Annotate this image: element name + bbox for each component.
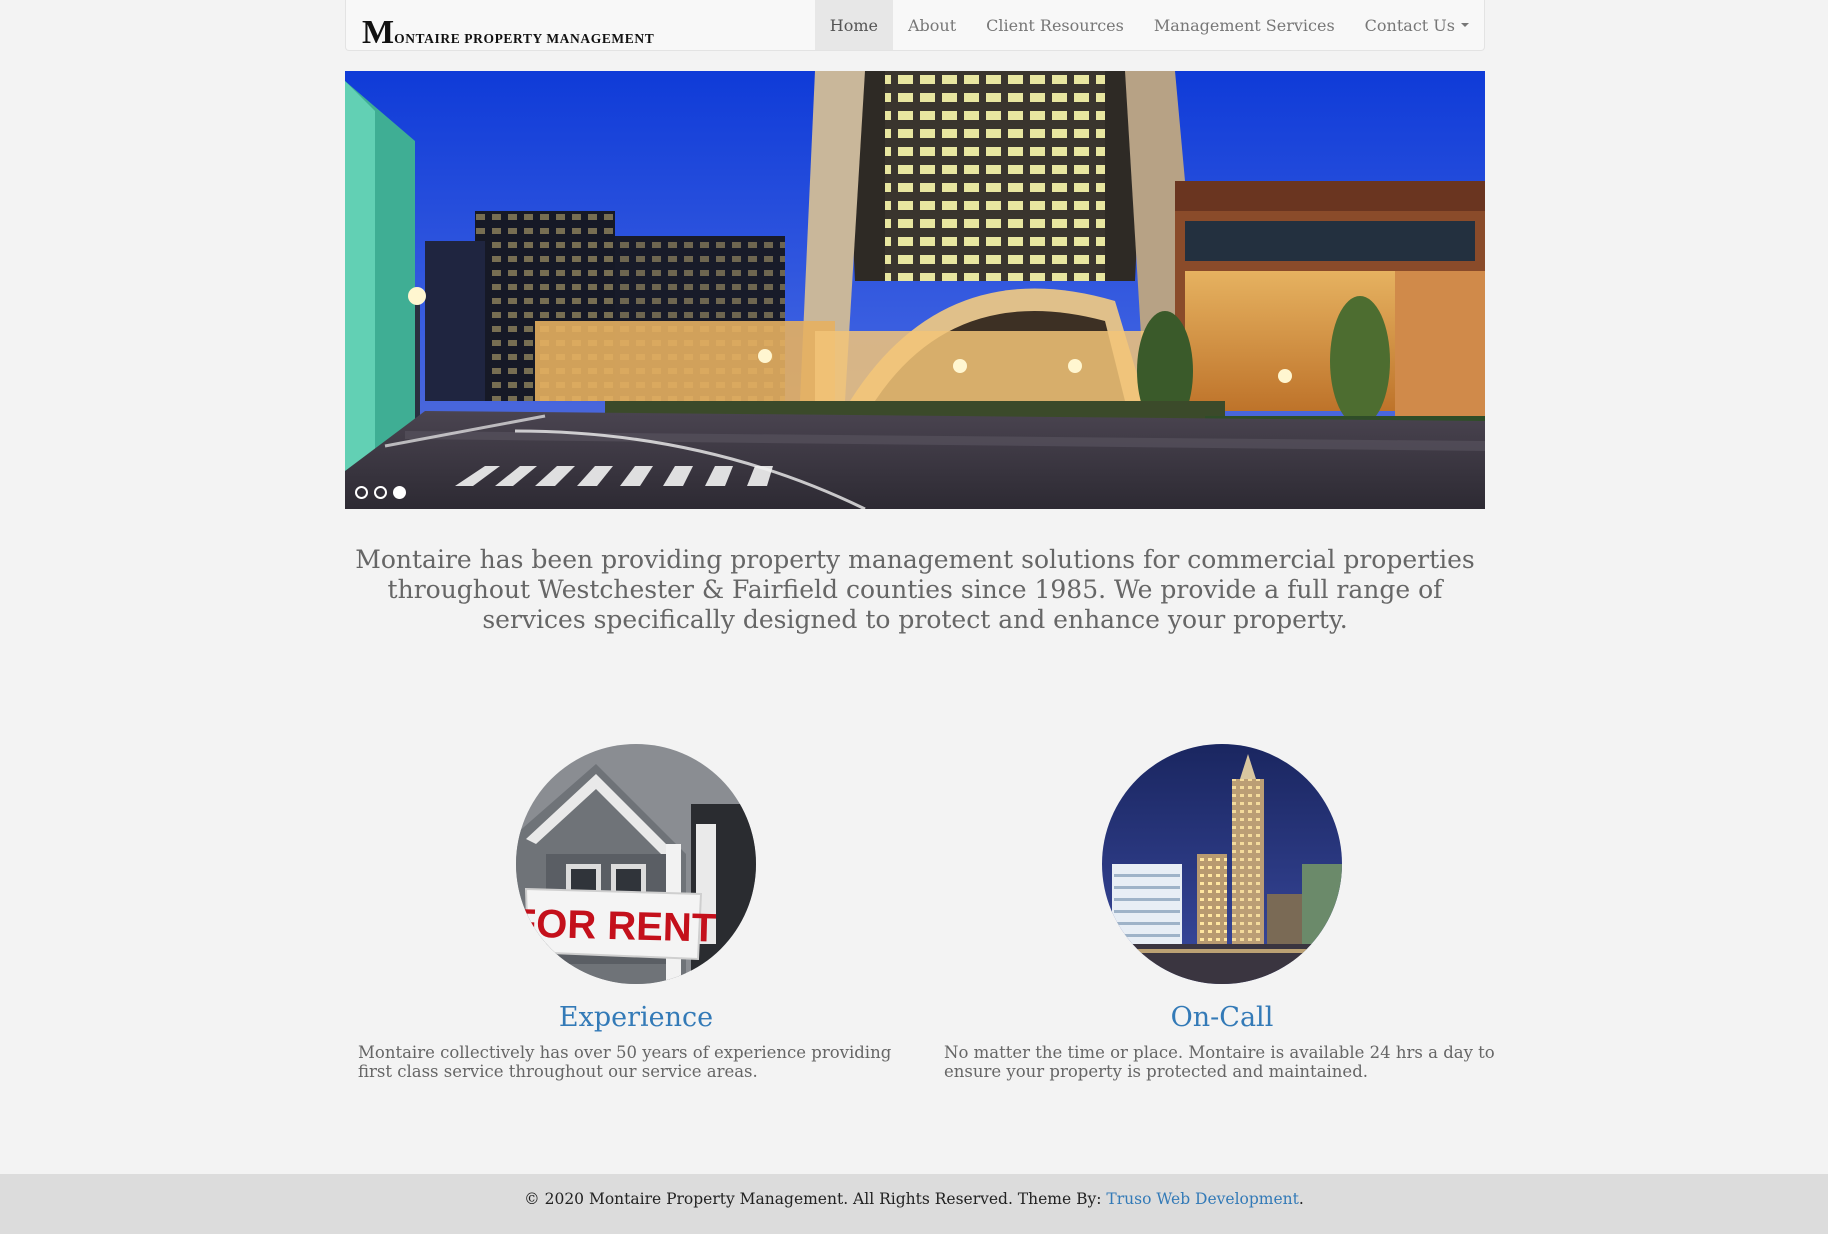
nav-item-management-services[interactable]: Management Services (1139, 0, 1350, 50)
carousel-indicator-3[interactable] (393, 486, 406, 499)
nav-about-label: About (907, 15, 957, 35)
navbar: MONTAIRE PROPERTY MANAGEMENT Home About … (345, 0, 1485, 51)
brand-logo[interactable]: MONTAIRE PROPERTY MANAGEMENT (362, 14, 654, 52)
footer-copyright: © 2020 Montaire Property Management. All… (524, 1190, 1107, 1208)
for-rent-house-image: FOR RENT (516, 744, 756, 984)
footer: © 2020 Montaire Property Management. All… (0, 1174, 1828, 1234)
on-call-text: No matter the time or place. Montaire is… (944, 1043, 1495, 1081)
carousel-indicators (355, 486, 406, 499)
main-nav: Home About Client Resources Management S… (814, 0, 1484, 50)
feature-experience: FOR RENT Experience Montaire collectivel… (358, 744, 914, 1081)
footer-developer-link[interactable]: Truso Web Development (1106, 1190, 1298, 1208)
carousel-indicator-1[interactable] (355, 486, 368, 499)
experience-title: Experience (558, 1002, 714, 1033)
experience-text: Montaire collectively has over 50 years … (358, 1043, 892, 1081)
city-skyline-illustration (1102, 744, 1342, 984)
carousel-indicator-2[interactable] (374, 486, 387, 499)
nav-item-about[interactable]: About (893, 0, 971, 50)
intro-text: Montaire has been providing property man… (355, 545, 1475, 634)
on-call-title: On-Call (1170, 1002, 1274, 1033)
caret-down-icon (1461, 23, 1469, 27)
nav-home-label: Home (829, 15, 878, 35)
brand-name: ONTAIRE PROPERTY MANAGEMENT (394, 31, 655, 46)
nav-client-resources-label: Client Resources (986, 15, 1124, 35)
nav-contact-us-label: Contact Us (1364, 15, 1455, 35)
footer-suffix: . (1298, 1190, 1304, 1208)
nav-item-home[interactable]: Home (814, 0, 893, 50)
nav-item-contact-us[interactable]: Contact Us (1350, 0, 1484, 50)
for-rent-house-illustration: FOR RENT (516, 744, 756, 984)
nav-management-services-label: Management Services (1153, 15, 1335, 35)
hero-carousel[interactable] (345, 71, 1485, 509)
brand-initial: M (362, 14, 395, 51)
for-rent-sign-text: FOR RENT (516, 901, 717, 950)
hero-city-night-image (345, 71, 1485, 509)
nav-item-client-resources[interactable]: Client Resources (971, 0, 1139, 50)
city-skyline-image (1102, 744, 1342, 984)
feature-on-call: On-Call No matter the time or place. Mon… (944, 744, 1500, 1081)
